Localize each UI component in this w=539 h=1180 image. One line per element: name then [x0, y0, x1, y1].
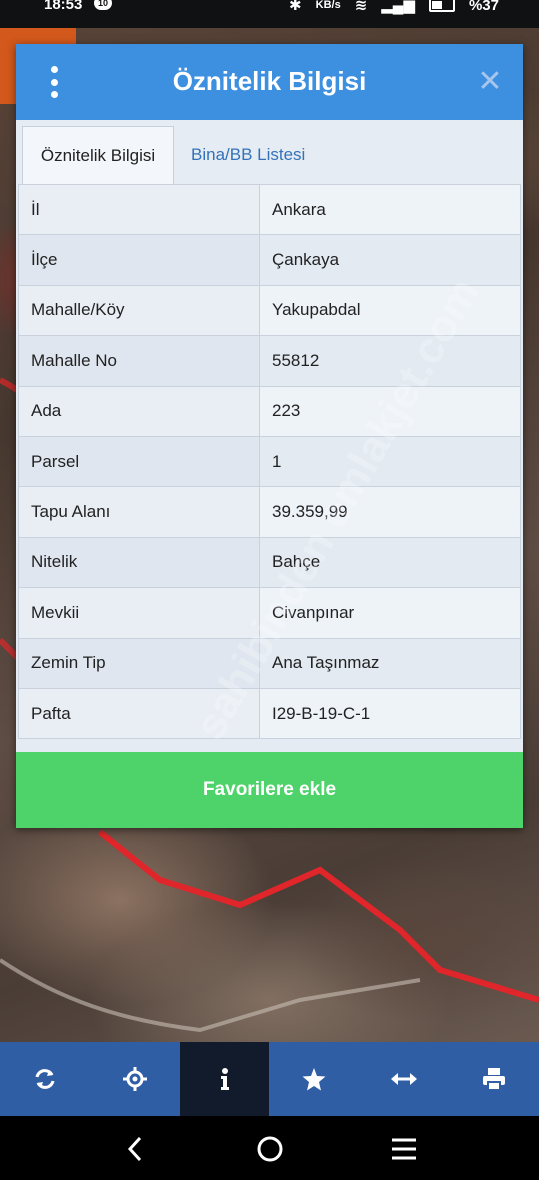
- row-value: Bahçe: [259, 536, 521, 589]
- network-speed: KB/s: [315, 0, 341, 11]
- map-toolbar: [0, 1042, 539, 1116]
- row-value: 39.359,99: [259, 486, 521, 538]
- row-value: Ana Taşınmaz: [259, 637, 521, 689]
- refresh-icon: [35, 1069, 55, 1089]
- close-icon[interactable]: ✕: [477, 64, 503, 100]
- dialog-header: Öznitelik Bilgisi ✕: [16, 44, 523, 120]
- row-value: 223: [259, 385, 521, 437]
- home-button[interactable]: [250, 1132, 290, 1166]
- tab-bar: Öznitelik Bilgisi Bina/BB Listesi: [16, 120, 523, 185]
- table-row: Mevkii Civanpınar: [18, 587, 521, 639]
- attribute-table: İl Ankara İlçe Çankaya Mahalle/Köy Yakup…: [18, 183, 521, 740]
- table-row: Tapu Alanı 39.359,99: [18, 486, 521, 538]
- row-key: Nitelik: [18, 536, 260, 589]
- row-value: 55812: [259, 335, 521, 387]
- row-value: Yakupabdal: [259, 284, 521, 337]
- home-icon: [257, 1136, 283, 1162]
- row-key: İl: [18, 183, 260, 236]
- info-button[interactable]: [179, 1042, 270, 1116]
- table-row: Mahalle No 55812: [18, 335, 521, 387]
- row-key: Ada: [18, 385, 260, 437]
- recent-apps-icon: [392, 1138, 416, 1160]
- row-value: I29-B-19-C-1: [259, 687, 521, 740]
- battery-level: %37: [468, 0, 499, 14]
- row-key: Pafta: [18, 687, 260, 740]
- print-icon: [483, 1068, 506, 1091]
- table-row: Mahalle/Köy Yakupabdal: [18, 284, 521, 337]
- recent-apps-button[interactable]: [384, 1132, 424, 1166]
- row-key: Tapu Alanı: [18, 486, 260, 538]
- favorites-button[interactable]: [269, 1042, 359, 1116]
- dialog-title: Öznitelik Bilgisi: [172, 66, 367, 96]
- back-button[interactable]: [116, 1132, 156, 1166]
- bluetooth-icon: ✱: [289, 0, 302, 14]
- battery-icon: [428, 0, 455, 12]
- row-value: 1: [259, 435, 521, 488]
- star-icon: [302, 1068, 326, 1091]
- row-key: Mahalle No: [18, 335, 260, 387]
- row-key: Mahalle/Köy: [18, 284, 260, 337]
- measure-button[interactable]: [359, 1042, 449, 1116]
- print-button[interactable]: [449, 1042, 539, 1116]
- table-row: Nitelik Bahçe: [18, 536, 521, 589]
- add-to-favorites-button[interactable]: Favorilere ekle: [16, 752, 523, 828]
- locate-icon: [122, 1067, 147, 1091]
- tab-attribute-info[interactable]: Öznitelik Bilgisi: [22, 126, 174, 185]
- system-navbar: [0, 1116, 539, 1180]
- row-key: Mevkii: [18, 587, 260, 639]
- table-row: Zemin Tip Ana Taşınmaz: [18, 637, 521, 689]
- notification-badge: 10: [94, 0, 112, 10]
- row-key: İlçe: [18, 234, 260, 286]
- refresh-button[interactable]: [0, 1042, 90, 1116]
- locate-button[interactable]: [90, 1042, 180, 1116]
- table-row: Pafta I29-B-19-C-1: [18, 687, 521, 740]
- table-row: Parsel 1: [18, 435, 521, 488]
- status-icons: ✱ KB/s ≋ ▂▄▆ %37: [289, 0, 499, 14]
- table-row: İlçe Çankaya: [18, 234, 521, 286]
- measure-arrows-icon: [391, 1073, 418, 1085]
- info-icon: [220, 1068, 229, 1090]
- back-icon: [127, 1136, 142, 1162]
- row-key: Parsel: [18, 435, 260, 488]
- tab-building-list[interactable]: Bina/BB Listesi: [191, 126, 341, 184]
- table-row: İl Ankara: [18, 183, 521, 236]
- row-value: Civanpınar: [259, 587, 521, 639]
- row-key: Zemin Tip: [18, 637, 260, 689]
- table-row: Ada 223: [18, 385, 521, 437]
- attribute-info-dialog: Öznitelik Bilgisi ✕ Öznitelik Bilgisi Bi…: [16, 44, 523, 828]
- row-value: Çankaya: [259, 234, 521, 286]
- status-bar: 18:53 10 ✱ KB/s ≋ ▂▄▆ %37: [0, 0, 539, 28]
- status-time: 18:53: [44, 0, 83, 13]
- signal-icon: ▂▄▆: [381, 0, 415, 14]
- row-value: Ankara: [259, 183, 521, 236]
- wifi-icon: ≋: [354, 0, 368, 14]
